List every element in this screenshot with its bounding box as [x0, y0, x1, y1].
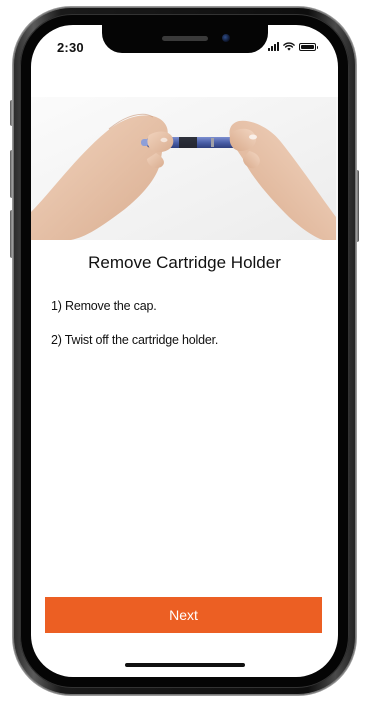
battery-fill — [301, 45, 314, 49]
status-icons — [268, 42, 318, 51]
phone-bezel: 2:30 Remove Cartridge Holder 1) Remove t… — [20, 14, 349, 688]
instruction-image — [31, 97, 338, 240]
device-stage: 2:30 Remove Cartridge Holder 1) Remove t… — [0, 0, 369, 702]
instruction-step-1: 1) Remove the cap. — [51, 299, 157, 313]
instruction-step-2: 2) Twist off the cartridge holder. — [51, 333, 219, 347]
notch — [101, 25, 268, 53]
front-camera — [221, 34, 230, 42]
phone-frame: 2:30 Remove Cartridge Holder 1) Remove t… — [13, 7, 356, 695]
page-title: Remove Cartridge Holder — [88, 253, 281, 272]
status-time: 2:30 — [57, 40, 84, 55]
battery-icon — [299, 43, 318, 51]
earpiece-speaker — [161, 36, 208, 41]
wifi-icon — [283, 42, 295, 51]
cellular-signal-icon — [268, 42, 279, 51]
home-indicator[interactable] — [124, 663, 245, 667]
hands-twisting-pen-image — [31, 97, 336, 240]
next-button[interactable]: Next — [45, 597, 322, 633]
app-screen: 2:30 Remove Cartridge Holder 1) Remove t… — [31, 25, 338, 677]
